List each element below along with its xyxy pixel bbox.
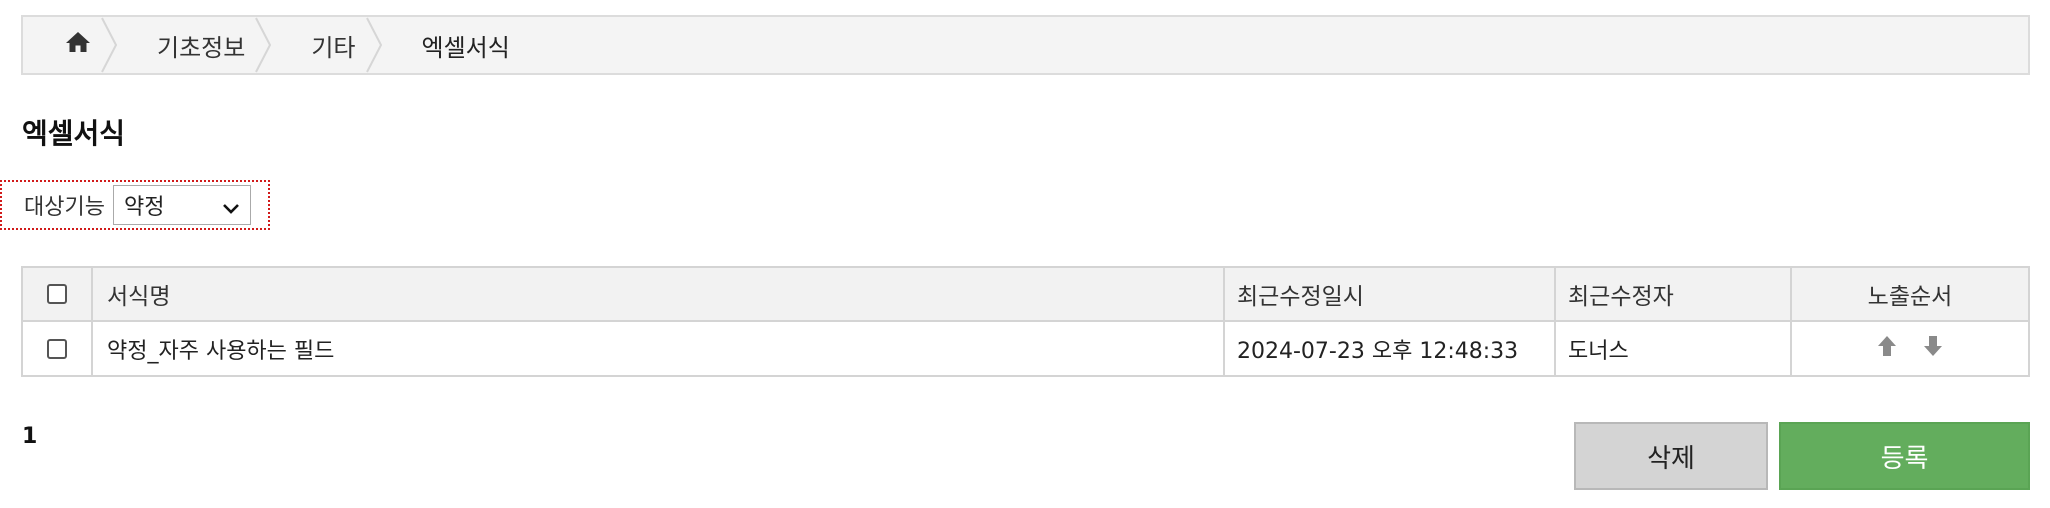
breadcrumb-item-etc[interactable]: 기타 [279,17,363,73]
table-header: 서식명 최근수정일시 최근수정자 노출순서 [23,268,2028,322]
header-name[interactable]: 서식명 [93,268,1225,320]
row-checkbox[interactable] [47,338,67,359]
target-function-select[interactable]: 약정 [112,185,251,225]
breadcrumb-home[interactable] [23,17,99,73]
row-modified-at: 2024-07-23 오후 12:48:33 [1225,322,1556,375]
breadcrumb-chevron-icon [99,17,125,73]
select-all-checkbox[interactable] [47,284,67,304]
header-display-order: 노출순서 [1867,284,1953,310]
row-checkbox-cell [23,322,93,375]
move-down-icon[interactable] [1923,335,1943,363]
format-table: 서식명 최근수정일시 최근수정자 노출순서 약정_자주 사용하는 필드 2024… [21,266,2030,377]
page-root: 기초정보 기타 엑셀서식 엑셀서식 대상기능 약정 서식명 최근수정일시 최근수… [0,0,2050,508]
target-function-filter: 대상기능 약정 [0,180,270,230]
breadcrumb-item-basic-info[interactable]: 기초정보 [125,17,253,73]
header-modified-at[interactable]: 최근수정일시 [1225,268,1556,320]
page-title: 엑셀서식 [22,117,126,150]
delete-button[interactable]: 삭제 [1574,422,1768,490]
select-value: 약정 [123,195,165,220]
breadcrumb-item-current: 엑셀서식 [421,33,510,62]
register-button[interactable]: 등록 [1779,422,2030,490]
breadcrumb-chevron-icon [253,17,279,73]
header-modified-by[interactable]: 최근수정자 [1556,268,1792,320]
home-icon [65,31,91,59]
header-checkbox-cell [23,268,93,320]
row-name[interactable]: 약정_자주 사용하는 필드 [93,322,1225,375]
pagination-current-page[interactable]: 1 [22,424,37,449]
breadcrumb-chevron-icon [364,17,390,73]
order-arrows [1877,335,1943,363]
breadcrumb: 기초정보 기타 엑셀서식 [21,15,2030,75]
row-display-order [1792,322,2028,375]
chevron-down-icon [222,197,240,222]
filter-label: 대상기능 [24,195,105,220]
move-up-icon[interactable] [1877,335,1897,363]
row-modified-by: 도너스 [1556,322,1792,375]
table-row[interactable]: 약정_자주 사용하는 필드 2024-07-23 오후 12:48:33 도너스 [23,322,2028,375]
